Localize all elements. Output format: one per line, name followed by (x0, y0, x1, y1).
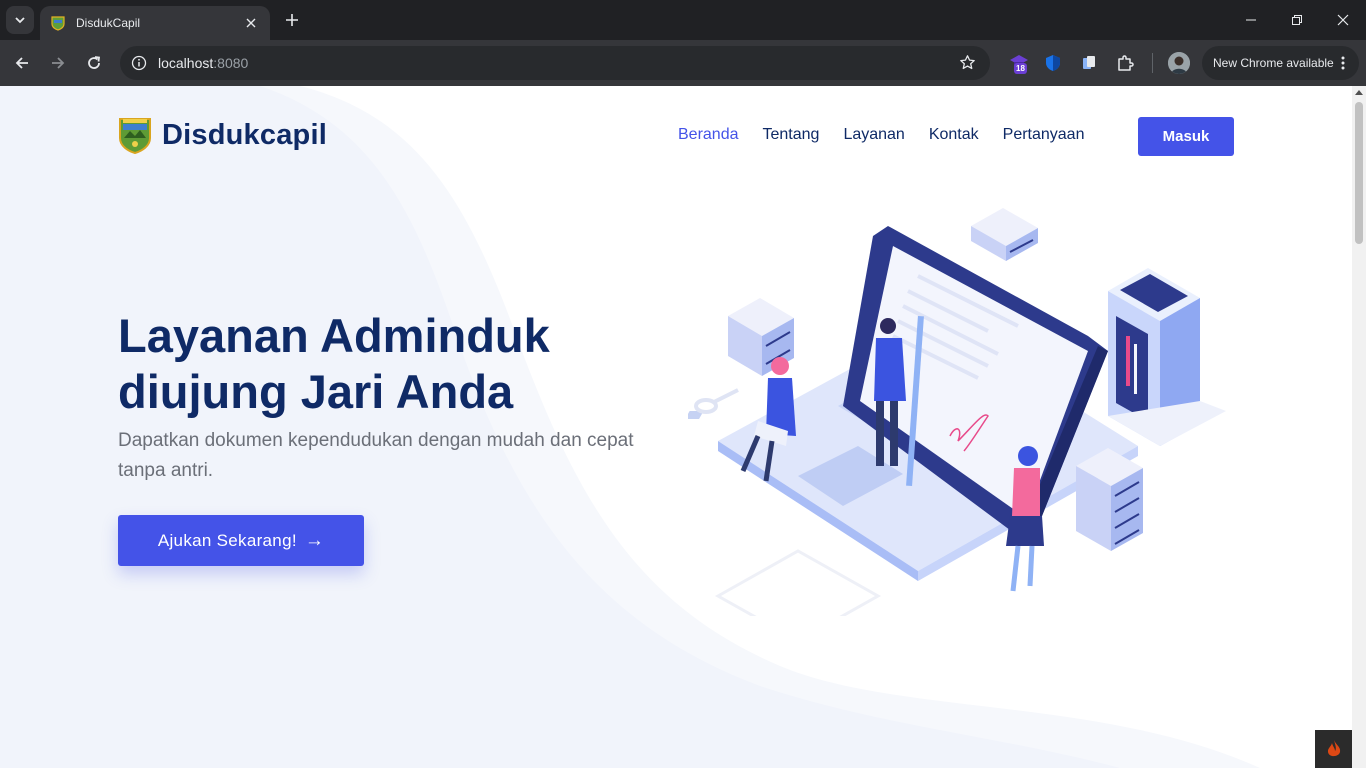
address-bar[interactable]: localhost:8080 (120, 46, 990, 80)
copy-extension-icon[interactable] (1078, 52, 1100, 74)
chrome-update-button[interactable]: New Chrome available (1202, 46, 1359, 80)
apply-now-button[interactable]: Ajukan Sekarang! → (118, 515, 364, 566)
toolbar-separator (1152, 53, 1153, 73)
url-text: localhost:8080 (158, 55, 249, 71)
brand-name: Disdukcapil (162, 118, 327, 151)
site-info-icon[interactable] (122, 46, 156, 80)
scroll-up-arrow-icon[interactable] (1355, 90, 1363, 95)
hero-title: Layanan Adminduk diujung Jari Anda (118, 308, 658, 420)
tab-strip: DisdukCapil (0, 0, 1366, 40)
brand[interactable]: Disdukcapil (118, 116, 327, 154)
hero-title-line-1: Layanan Adminduk (118, 309, 550, 362)
page-scrollbar[interactable] (1352, 86, 1366, 768)
update-label: New Chrome available (1213, 56, 1334, 70)
arrow-right-icon: → (304, 529, 325, 551)
main-nav: Beranda Tentang Layanan Kontak Pertanyaa… (678, 126, 1108, 144)
new-tab-icon[interactable] (282, 10, 302, 30)
nav-item-tentang[interactable]: Tentang (763, 126, 820, 144)
cta-label: Ajukan Sekarang! (157, 530, 297, 550)
hero-illustration (688, 208, 1226, 616)
browser-tab[interactable]: DisdukCapil (40, 6, 270, 40)
minimize-icon[interactable] (1228, 0, 1274, 40)
extension-grad-cap-icon[interactable]: 18 (1008, 52, 1030, 74)
browser-toolbar: localhost:8080 18 New Chrome available (0, 40, 1366, 86)
tab-title: DisdukCapil (76, 16, 141, 30)
tab-search-button[interactable] (6, 6, 34, 34)
nav-item-beranda[interactable]: Beranda (678, 126, 739, 144)
close-tab-icon[interactable] (242, 14, 260, 32)
hero-title-line-2: diujung Jari Anda (118, 365, 514, 418)
shield-extension-icon[interactable] (1042, 52, 1064, 74)
disdukcapil-logo (119, 118, 151, 154)
scrollbar-thumb[interactable] (1355, 102, 1363, 244)
forward-icon[interactable] (44, 49, 72, 77)
back-icon[interactable] (8, 49, 36, 77)
favicon-icon (51, 16, 65, 31)
page-viewport: Disdukcapil Beranda Tentang Layanan Kont… (0, 86, 1352, 768)
nav-item-layanan[interactable]: Layanan (843, 126, 904, 144)
nav-item-pertanyaan[interactable]: Pertanyaan (1003, 126, 1085, 144)
chevron-down-icon (15, 17, 25, 24)
bookmark-star-icon[interactable] (959, 54, 976, 76)
close-window-icon[interactable] (1320, 0, 1366, 40)
nav-item-kontak[interactable]: Kontak (929, 126, 979, 144)
extensions-puzzle-icon[interactable] (1114, 52, 1136, 74)
reload-icon[interactable] (80, 49, 108, 77)
login-button[interactable]: Masuk (1138, 117, 1234, 156)
menu-dots-icon[interactable] (1335, 55, 1351, 71)
profile-avatar[interactable] (1168, 52, 1190, 74)
extension-badge: 18 (1014, 63, 1027, 74)
restore-icon[interactable] (1274, 0, 1320, 40)
debug-toolbar-flame-icon[interactable] (1315, 730, 1352, 768)
hero-subtitle: Dapatkan dokumen kependudukan dengan mud… (118, 430, 634, 481)
